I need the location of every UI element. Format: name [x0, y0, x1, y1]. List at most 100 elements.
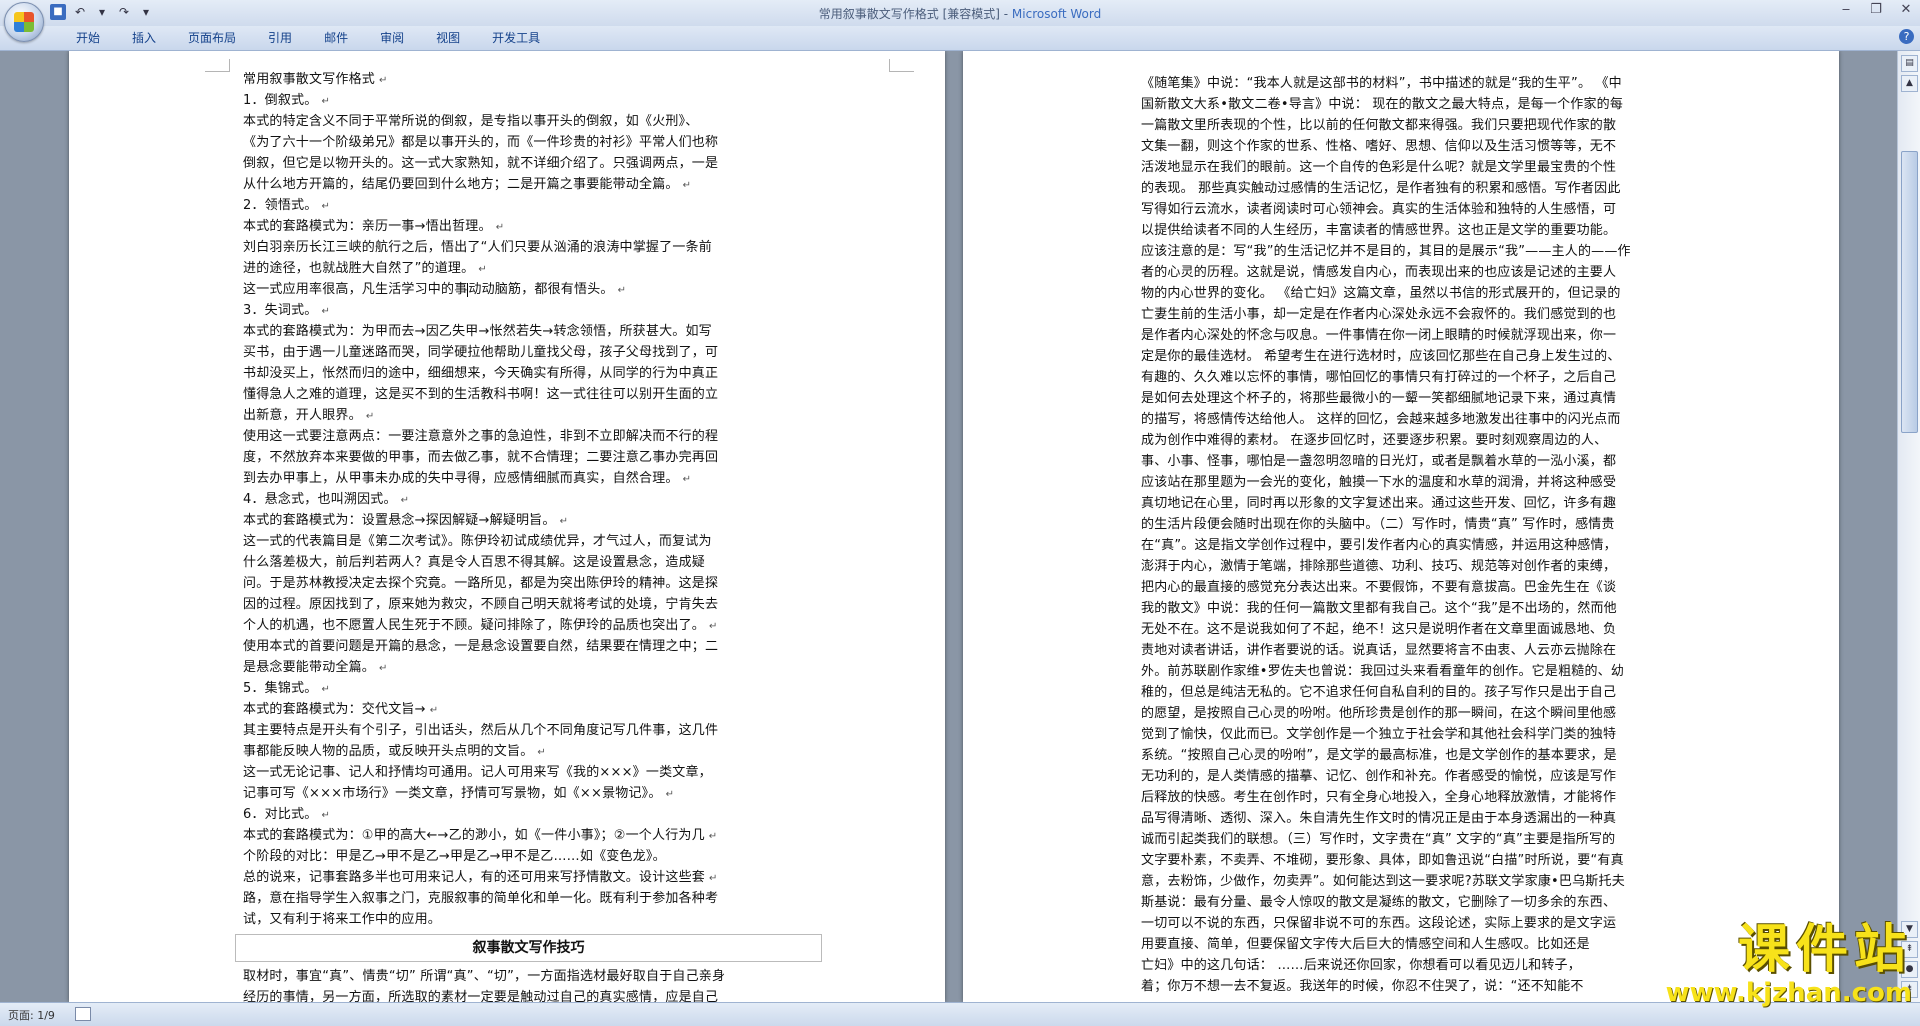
text-line[interactable]: 什么落差极大，前后判若两人？真是令人百思不得其解。这是设置悬念，造成疑 [243, 552, 883, 573]
text-line[interactable]: 斯基说：最有分量、最令人惊叹的散文是凝练的散文，它删除了一切多余的东西、 [1141, 892, 1777, 913]
text-line[interactable]: 品写得清晰、透彻、深入。朱自清先生作文时的情况正是由于本身透漏出的一种真 [1141, 808, 1777, 829]
text-line[interactable]: 是作者内心深处的怀念与叹息。一件事情在你一闭上眼睛的时候就浮现出来，你一 [1141, 325, 1777, 346]
tab-review[interactable]: 审阅 [364, 30, 420, 46]
tab-mailings[interactable]: 邮件 [308, 30, 364, 46]
text-line[interactable]: 事、小事、怪事，哪怕是一盏忽明忽暗的日光灯，或者是飘着水草的一泓小溪，都 [1141, 451, 1777, 472]
text-line[interactable]: 个人的机遇，也不愿置人民生死于不顾。疑问排除了，陈伊玲的品质也突出了。 ↵ [243, 615, 883, 636]
text-line[interactable]: 这一式无论记事、记人和抒情均可通用。记人可用来写《我的×××》一类文章， [243, 762, 883, 783]
text-line[interactable]: 定是你的最佳选材。 希望考生在进行选材时，应该回忆那些在自己身上发生过的、 [1141, 346, 1777, 367]
text-line[interactable]: 后释放的快感。考生在创作时，只有全身心地投入，全身心地释放激情，才能将作 [1141, 787, 1777, 808]
text-line[interactable]: 2．领悟式。 ↵ [243, 195, 883, 216]
text-line[interactable]: 文字要朴素，不卖弄、不堆砌，要形象、具体，即如鲁迅说“白描”时所说，要“有真 [1141, 850, 1777, 871]
office-button[interactable] [4, 2, 44, 42]
text-line[interactable]: 系统。“按照自己心灵的吩咐”，是文学的最高标准，也是文学创作的基本要求，是 [1141, 745, 1777, 766]
text-line[interactable]: 无功利的，是人类情感的描摹、记忆、创作和补充。作者感受的愉悦，应该是写作 [1141, 766, 1777, 787]
text-line[interactable]: 总的说来，记事套路多半也可用来记人，有的还可用来写抒情散文。设计这些套 ↵ [243, 867, 883, 888]
text-line[interactable]: 度，不然放弃本来要做的甲事，而去做乙事，就不合情理；二要注意乙事办完再回 [243, 447, 883, 468]
help-icon[interactable]: ? [1899, 29, 1914, 44]
text-line[interactable]: 到去办甲事上，从甲事未办成的失中寻得，应感情细腻而真实，自然合理。 ↵ [243, 468, 883, 489]
text-line[interactable]: 意，去粉饰，少做作，勿卖弄”。如何能达到这一要求呢?苏联文学家康•巴乌斯托夫 [1141, 871, 1777, 892]
text-line[interactable]: 亡妻生前的生活小事，却一定是在作者内心深处永远不会寂怀的。我们感觉到的也 [1141, 304, 1777, 325]
text-line[interactable]: 写得如行云流水，读者阅读时可心领神会。真实的生活体验和独特的人生感悟，可 [1141, 199, 1777, 220]
text-line[interactable]: 本式的套路模式为：为甲而去→因乙失甲→怅然若失→转念领悟，所获甚大。如写 [243, 321, 883, 342]
text-line[interactable]: 的愿望，是按照自己心灵的吩咐。他所珍贵是创作的那一瞬间，在这个瞬间里他感 [1141, 703, 1777, 724]
text-line[interactable]: 真切地记在心里，同时再以形象的文字复述出来。通过这些开发、回忆，许多有趣 [1141, 493, 1777, 514]
minimize-icon[interactable]: ‒ [1838, 2, 1854, 18]
close-icon[interactable]: ✕ [1898, 2, 1914, 18]
tab-insert[interactable]: 插入 [116, 30, 172, 46]
text-line[interactable]: 本式的套路模式为：①甲的高大←→乙的渺小，如《一件小事》；②一个人行为几 ↵ [243, 825, 883, 846]
text-line[interactable]: 进的途径，也就战胜大自然了”的道理。 ↵ [243, 258, 883, 279]
text-line[interactable]: 刘白羽亲历长江三峡的航行之后，悟出了“人们只要从汹涌的浪涛中掌握了一条前 [243, 237, 883, 258]
text-line[interactable]: 常用叙事散文写作格式 ↵ [243, 69, 883, 90]
text-line[interactable]: 的表现。 那些真实触动过感情的生活记忆，是作者独有的积累和感悟。写作者因此 [1141, 178, 1777, 199]
tab-references[interactable]: 引用 [252, 30, 308, 46]
scroll-thumb[interactable] [1901, 151, 1918, 433]
text-line[interactable]: 《为了六十一个阶级弟兄》都是以事开头的，而《一件珍贵的衬衫》平常人们也称 [243, 132, 883, 153]
text-line[interactable]: 本式的套路模式为：亲历一事→悟出哲理。 ↵ [243, 216, 883, 237]
text-line[interactable]: 责地对读者讲话，讲作者要说的话。说真话，显然要将言不由衷、人云亦云抛除在 [1141, 640, 1777, 661]
proofing-icon[interactable] [75, 1007, 91, 1021]
text-line[interactable]: 者的心灵的历程。这就是说，情感发自内心，而表现出来的也应该是记述的主要人 [1141, 262, 1777, 283]
text-line[interactable]: 应该注意的是：写“我”的生活记忆并不是目的，其目的是展示“我”——主人的——作 [1141, 241, 1777, 262]
text-line[interactable]: 事都能反映人物的品质，或反映开头点明的文旨。 ↵ [243, 741, 883, 762]
text-line[interactable]: 6．对比式。 ↵ [243, 804, 883, 825]
tab-developer[interactable]: 开发工具 [476, 30, 556, 46]
text-line[interactable]: 觉到了愉快，仅此而已。文学创作是一个独立于社会学和其他社会科学门类的独特 [1141, 724, 1777, 745]
text-line[interactable]: 试，又有利于将来工作中的应用。 [243, 909, 883, 930]
vertical-scrollbar[interactable]: ▤ ▲ ▼ ⇞ ● ⇟ [1897, 51, 1920, 1002]
text-line[interactable]: 个阶段的对比：甲是乙→甲不是乙→甲是乙→甲不是乙……如《变色龙》。 [243, 846, 883, 867]
text-line[interactable]: 一篇散文里所表现的个性，比以前的任何散文都来得强。我们只要把现代作家的散 [1141, 115, 1777, 136]
text-line[interactable]: 我的散文》中说：我的任何一篇散文里都有我自己。这个“我”是不出场的，然而他 [1141, 598, 1777, 619]
ruler-toggle-icon[interactable]: ▤ [1901, 55, 1918, 72]
text-line[interactable]: 无处不在。这不是说我如何了不起，绝不！这只是说明作者在文章里面诚恳地、负 [1141, 619, 1777, 640]
text-line[interactable]: 稚的，但总是纯洁无私的。它不追求任何自私自利的目的。孩子写作只是出于自己 [1141, 682, 1777, 703]
tab-home[interactable]: 开始 [60, 30, 116, 46]
text-line[interactable]: 因的过程。原因找到了，原来她为救灾，不顾自己明天就将考试的处境，宁肯失去 [243, 594, 883, 615]
text-line[interactable]: 这一式应用率很高，凡生活学习中的事动动脑筋，都很有悟头。 ↵ [243, 279, 883, 300]
text-line[interactable]: 使用本式的首要问题是开篇的悬念，一是悬念设置要自然，结果要在情理之中；二 [243, 636, 883, 657]
document-page-1[interactable]: 常用叙事散文写作格式 ↵ 1．倒叙式。 ↵ 本式的特定含义不同于平常所说的倒叙，是专指以… [69, 51, 945, 1002]
text-line[interactable]: 本式的特定含义不同于平常所说的倒叙，是专指以事开头的倒叙，如《火刑》、 [243, 111, 883, 132]
text-line[interactable]: 国新散文大系•散文二卷•导言》中说： 现在的散文之最大特点，是每一个作家的每 [1141, 94, 1777, 115]
text-line[interactable]: 1．倒叙式。 ↵ [243, 90, 883, 111]
page-2-text[interactable]: 《随笔集》中说：“我本人就是这部书的材料”，书中描述的就是“我的生平”。 《中国… [1141, 73, 1777, 997]
text-line[interactable]: 取材时，事宜“真”、情贵“切” 所谓“真”、“切”，一方面指选材最好取自于自己亲… [243, 966, 883, 987]
document-page-2[interactable]: 《随笔集》中说：“我本人就是这部书的材料”，书中描述的就是“我的生平”。 《中国… [963, 51, 1839, 1002]
text-line[interactable]: 3．失词式。 ↵ [243, 300, 883, 321]
tab-page-layout[interactable]: 页面布局 [172, 30, 252, 46]
text-line[interactable]: 是如何去处理这个杯子的，将那些最微小的一颦一笑都细腻地记录下来，通过真情 [1141, 388, 1777, 409]
text-line[interactable]: 活泼地显示在我们的眼前。这一个自传的色彩是什么呢？就是文学里最宝贵的个性 [1141, 157, 1777, 178]
text-line[interactable]: 有趣的、久久难以忘怀的事情，哪怕回忆的事情只有打碎过的一个杯子，之后自己 [1141, 367, 1777, 388]
restore-icon[interactable]: ❐ [1868, 2, 1884, 18]
text-line[interactable]: 问。于是苏林教授决定去探个究竟。一路所见，都是为突出陈伊玲的精神。这是探 [243, 573, 883, 594]
text-line[interactable]: 使用这一式要注意两点：一要注意意外之事的急迫性，非到不立即解决而不行的程 [243, 426, 883, 447]
text-line[interactable]: 5．集锦式。 ↵ [243, 678, 883, 699]
text-line[interactable]: 是悬念要能带动全篇。 ↵ [243, 657, 883, 678]
text-line[interactable]: 出新意，开人眼界。 ↵ [243, 405, 883, 426]
text-line[interactable]: 路，意在指导学生入叙事之门，克服叙事的简单化和单一化。既有利于参加各种考 [243, 888, 883, 909]
text-line[interactable]: 物的内心世界的变化。 《给亡妇》这篇文章，虽然以书信的形式展开的，但记录的 [1141, 283, 1777, 304]
text-line[interactable]: 把内心的最直接的感觉充分表达出来。不要假饰，不要有意拔高。巴金先生在《谈 [1141, 577, 1777, 598]
text-line[interactable]: 的生活片段便会随时出现在你的头脑中。（二）写作时，情贵“真” 写作时，感情贵 [1141, 514, 1777, 535]
text-line[interactable]: 4．悬念式，也叫溯因式。 ↵ [243, 489, 883, 510]
text-line[interactable]: 记事可写《×××市场行》一类文章，抒情可写景物，如《××景物记》。 ↵ [243, 783, 883, 804]
text-line[interactable]: 本式的套路模式为：交代文旨→ ↵ [243, 699, 883, 720]
scroll-up-icon[interactable]: ▲ [1901, 75, 1918, 92]
text-line[interactable]: 《随笔集》中说：“我本人就是这部书的材料”，书中描述的就是“我的生平”。 《中 [1141, 73, 1777, 94]
text-line[interactable]: 买书，由于遇一儿童迷路而哭，同学硬拉他帮助儿童找父母，孩子父母找到了，可 [243, 342, 883, 363]
tab-view[interactable]: 视图 [420, 30, 476, 46]
text-line[interactable]: 本式的套路模式为：设置悬念→探因解疑→解疑明旨。 ↵ [243, 510, 883, 531]
text-line[interactable]: 的描写，将感情传达给他人。 这样的回忆，会越来越多地激发出往事中的闪光点而 [1141, 409, 1777, 430]
text-line[interactable]: 文集一翻，则这个作家的世系、性格、嗜好、思想、信仰以及生活习惯等等，无不 [1141, 136, 1777, 157]
text-line[interactable]: 书却没买上，怅然而归的途中，细细想来，今天确实有所得，从同学的行为中真正 [243, 363, 883, 384]
text-line[interactable]: 成为创作中难得的素材。 在逐步回忆时，还要逐步积累。要时刻观察周边的人、 [1141, 430, 1777, 451]
section-heading[interactable]: 叙事散文写作技巧 [235, 934, 822, 962]
text-line[interactable]: 澎湃于内心，激情于笔端，排除那些道德、功利、技巧、规范等对创作者的束缚， [1141, 556, 1777, 577]
text-line[interactable]: 倒叙，但它是以物开头的。这一式大家熟知，就不详细介绍了。只强调两点，一是 [243, 153, 883, 174]
text-line[interactable]: 外。前苏联剧作家维•罗佐夫也曾说：我回过头来看看童年的创作。它是粗糙的、幼 [1141, 661, 1777, 682]
text-line[interactable]: 在“真”。这是指文学创作过程中，要引发作者内心的真实情感，并运用这种感情， [1141, 535, 1777, 556]
text-line[interactable]: 这一式的代表篇目是《第二次考试》。陈伊玲初试成绩优异，才气过人，而复试为 [243, 531, 883, 552]
text-line[interactable]: 诚而引起类我们的联想。（三）写作时，文字贵在“真” 文字的“真”主要是指所写的 [1141, 829, 1777, 850]
text-line[interactable]: 懂得急人之难的道理，这是买不到的生活教科书啊！这一式往往可以别开生面的立 [243, 384, 883, 405]
